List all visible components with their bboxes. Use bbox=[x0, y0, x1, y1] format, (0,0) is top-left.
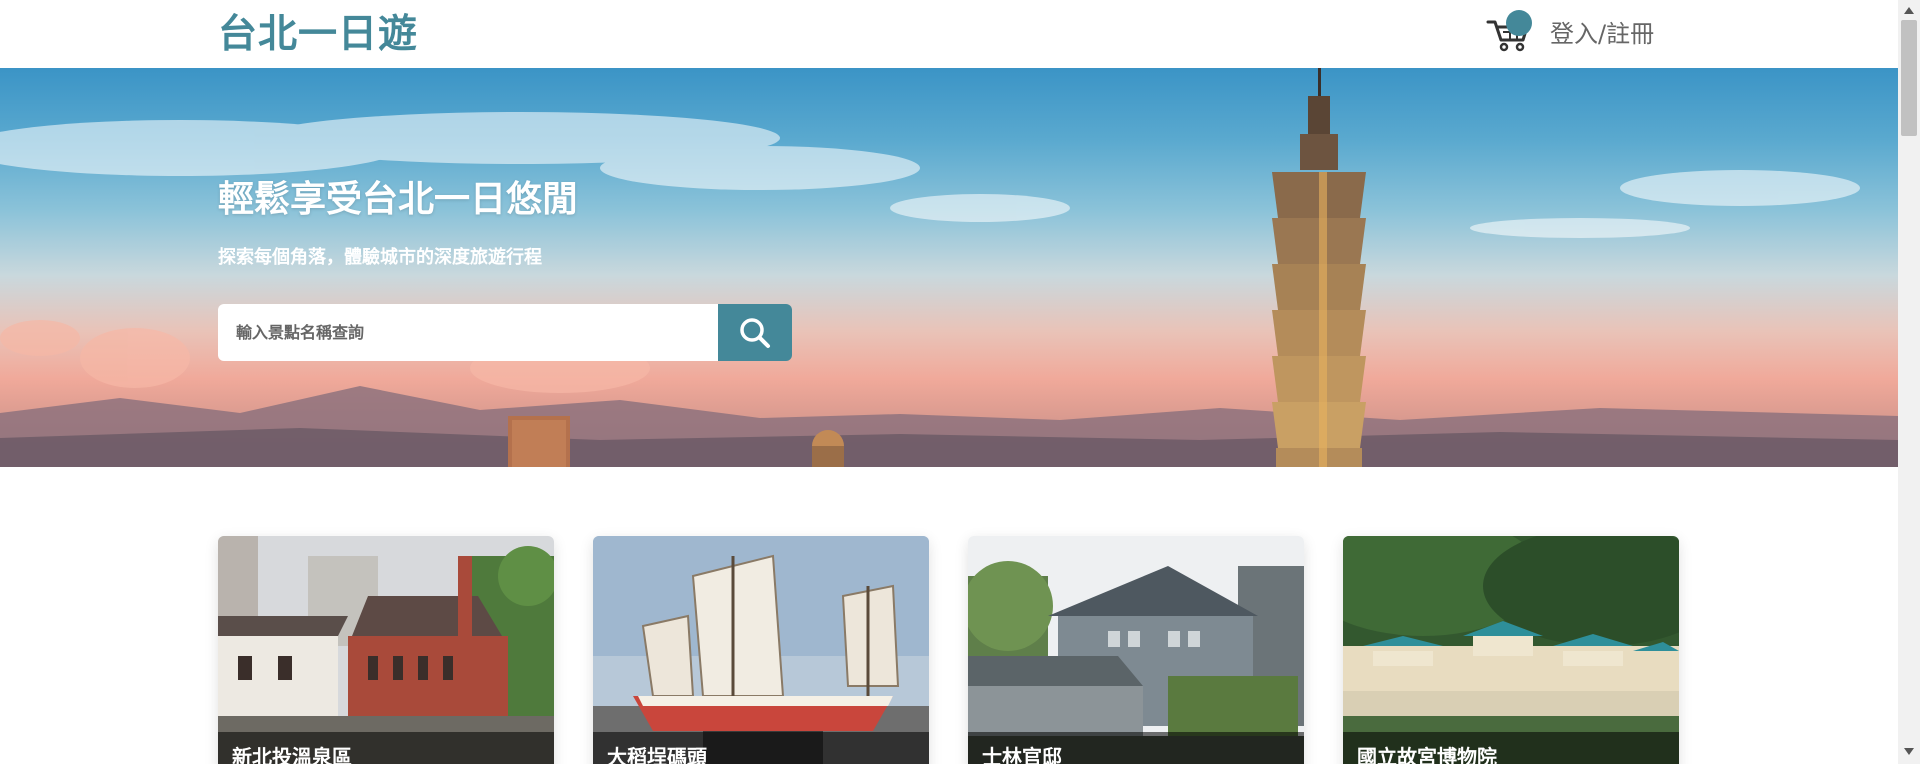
hero-title: 輕鬆享受台北一日悠閒 bbox=[218, 179, 579, 220]
attraction-card[interactable]: 新北投溫泉區 bbox=[218, 536, 554, 764]
search-input[interactable] bbox=[218, 304, 718, 361]
top-nav-bar: 台北一日遊 登入/註冊 bbox=[0, 0, 1898, 68]
scroll-down-arrow-icon[interactable] bbox=[1898, 744, 1920, 758]
attraction-name: 大稻埕碼頭 bbox=[593, 732, 929, 764]
search-field-wrapper bbox=[218, 304, 718, 361]
attraction-image bbox=[1343, 536, 1679, 764]
cart-count-badge bbox=[1506, 10, 1532, 36]
page-scrollbar[interactable] bbox=[1898, 0, 1920, 764]
scroll-up-arrow-icon[interactable] bbox=[1898, 4, 1920, 18]
hero-banner: 輕鬆享受台北一日悠閒 探索每個角落，體驗城市的深度旅遊行程 bbox=[0, 68, 1898, 467]
site-logo[interactable]: 台北一日遊 bbox=[218, 12, 418, 58]
search-icon bbox=[740, 317, 770, 348]
attraction-name: 新北投溫泉區 bbox=[218, 732, 554, 764]
login-register-link[interactable]: 登入/註冊 bbox=[1550, 18, 1654, 50]
hero-subtitle: 探索每個角落，體驗城市的深度旅遊行程 bbox=[218, 247, 542, 268]
attraction-card[interactable]: 國立故宮博物院 bbox=[1343, 536, 1679, 764]
attraction-image bbox=[968, 536, 1304, 764]
search-button[interactable] bbox=[718, 304, 792, 361]
attraction-card[interactable]: 大稻埕碼頭 bbox=[593, 536, 929, 764]
attraction-name: 士林官邸 bbox=[968, 732, 1304, 764]
scrollbar-thumb[interactable] bbox=[1901, 20, 1917, 136]
attraction-image bbox=[218, 536, 554, 764]
attraction-card[interactable]: 士林官邸 bbox=[968, 536, 1304, 764]
attraction-image bbox=[593, 536, 929, 764]
taipei-101-tower bbox=[1272, 68, 1366, 467]
attraction-name: 國立故宮博物院 bbox=[1343, 732, 1679, 764]
